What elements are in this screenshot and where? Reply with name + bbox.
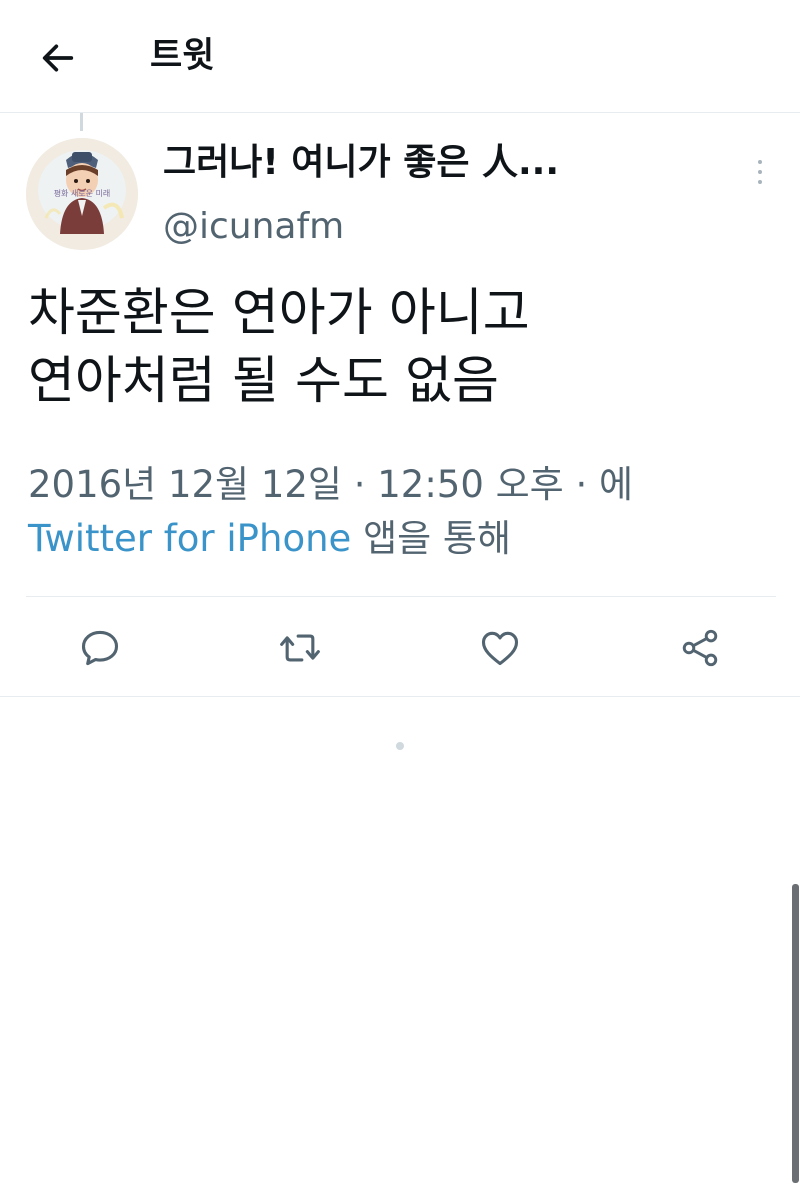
retweet-button[interactable] — [274, 622, 326, 674]
tweet-text-line: 차준환은 연아가 아니고 — [28, 284, 530, 343]
tweet-timestamp[interactable]: 2016년 12월 12일 · 12:50 오후 · 에 — [28, 458, 788, 512]
heart-icon — [481, 631, 519, 666]
tweet-detail-page: 트윗 평화 새로운 미래 그러나! 여니가 좋은 人... @icunafm 차 — [0, 0, 800, 1183]
back-button[interactable] — [34, 34, 82, 82]
loading-indicator — [396, 742, 404, 750]
like-button[interactable] — [474, 622, 526, 674]
tweet-meta: 2016년 12월 12일 · 12:50 오후 · 에 Twitter for… — [28, 458, 788, 566]
more-dots-icon — [758, 160, 762, 164]
tweet-text-line: 연아처럼 될 수도 없음 — [28, 352, 499, 411]
author-handle[interactable]: @icunafm — [163, 204, 344, 250]
thread-connector-line — [80, 113, 83, 131]
share-icon — [682, 629, 718, 667]
divider — [0, 696, 800, 697]
avatar[interactable]: 평화 새로운 미래 — [26, 138, 138, 250]
reply-icon — [81, 630, 119, 666]
arrow-left-icon — [42, 44, 74, 72]
tweet-source-suffix: 앱을 통해 — [351, 517, 511, 560]
reply-button[interactable] — [74, 622, 126, 674]
scrollbar[interactable] — [792, 884, 799, 1183]
divider — [26, 596, 776, 597]
tweet-text: 차준환은 연아가 아니고 연아처럼 될 수도 없음 — [28, 280, 773, 416]
top-bar: 트윗 — [0, 0, 800, 113]
avatar-illustration: 평화 새로운 미래 — [26, 138, 138, 250]
author-name[interactable]: 그러나! 여니가 좋은 人... — [163, 140, 559, 186]
retweet-icon — [280, 634, 320, 662]
avatar-text: 평화 새로운 미래 — [54, 188, 111, 198]
tweet-source-link[interactable]: Twitter for iPhone — [28, 517, 351, 560]
more-options-button[interactable] — [748, 154, 772, 190]
share-button[interactable] — [674, 622, 726, 674]
page-title: 트윗 — [150, 36, 215, 76]
